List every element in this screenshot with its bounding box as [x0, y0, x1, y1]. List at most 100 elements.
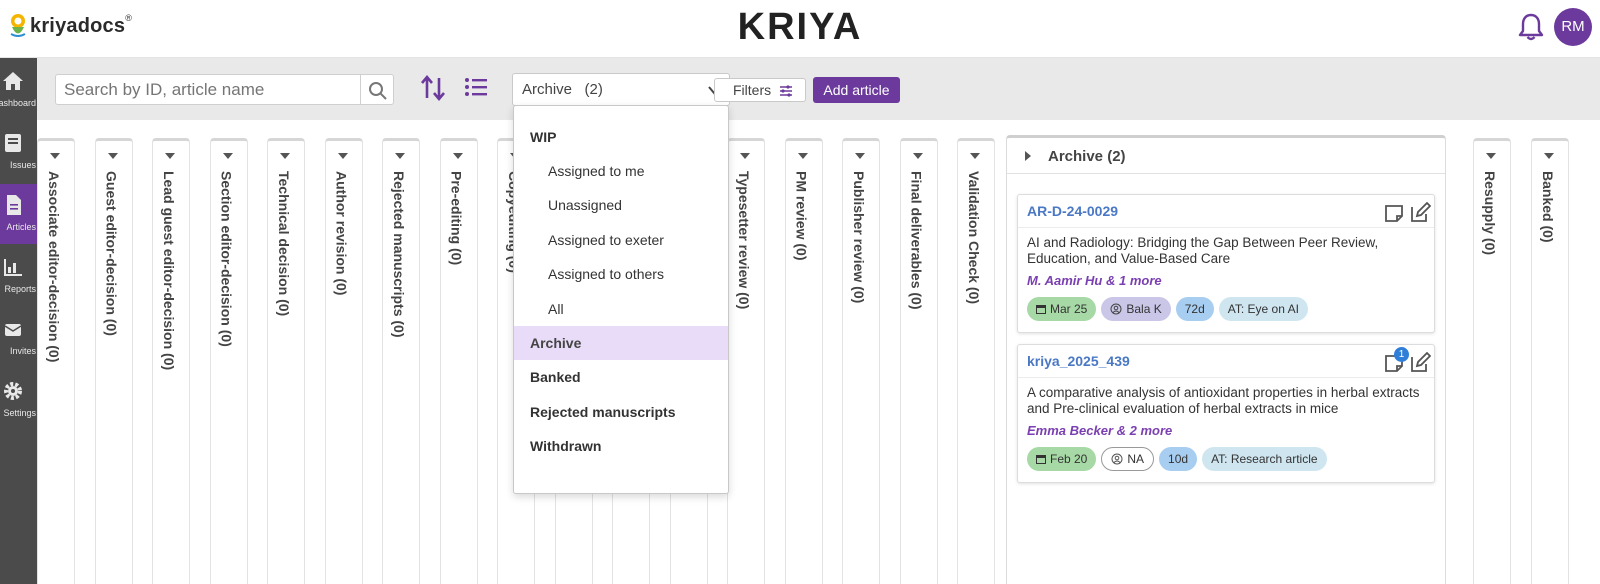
board-lane: Author revision (0)	[324, 138, 363, 584]
board-lane: Guest editor-decision (0)	[94, 138, 133, 584]
lane-collapse-arrow-icon[interactable]	[452, 153, 463, 159]
filters-label: Filters	[733, 82, 772, 98]
lane-title: Associate editor-decision (0)	[46, 171, 62, 363]
dropdown-option[interactable]: All	[514, 292, 728, 326]
article-card[interactable]: AR-D-24-0029 AI and Radiology: Bridging …	[1017, 194, 1435, 333]
lane-title: Guest editor-decision (0)	[103, 171, 120, 336]
dropdown-option[interactable]: Unassigned	[514, 188, 728, 222]
lane-collapse-arrow-icon[interactable]	[1486, 153, 1496, 159]
lane-collapse-arrow-icon[interactable]	[107, 153, 118, 159]
lane-title: Technical decision (0)	[276, 171, 292, 317]
lane-title: PM review (0)	[793, 171, 810, 261]
view-select[interactable]: Archive (2)	[512, 73, 730, 106]
archive-column-header[interactable]: Archive (2)	[1007, 138, 1445, 174]
lane-collapse-arrow-icon[interactable]	[222, 153, 233, 159]
lane-collapse-arrow-icon[interactable]	[337, 153, 348, 159]
sidebar-item-reports[interactable]: Reports	[0, 246, 37, 306]
board-lane: Section editor-decision (0)	[209, 138, 248, 584]
sidebar-item-articles[interactable]: Articles	[0, 184, 37, 244]
lane-collapse-arrow-icon[interactable]	[797, 153, 808, 159]
dropdown-option[interactable]: Banked	[514, 360, 728, 394]
lane-collapse-arrow-icon[interactable]	[740, 153, 750, 159]
board-lane: Banked (0)	[1531, 138, 1569, 584]
sidebar-item-label: Issues	[9, 160, 36, 170]
board-lane: Final deliverables (0)	[899, 138, 938, 584]
assignee-text: Bala K	[1126, 302, 1162, 316]
lane-title: Resupply (0)	[1482, 171, 1498, 256]
article-id-link[interactable]: kriya_2025_439	[1027, 353, 1130, 369]
kanban-board: Associate editor-decision (0) Guest edito…	[37, 120, 1600, 584]
board-lane: Associate editor-decision (0)	[37, 138, 75, 584]
card-divider	[1018, 227, 1434, 228]
dropdown-option[interactable]: Archive	[514, 326, 728, 360]
assignee-text: NA	[1127, 452, 1145, 466]
search-input[interactable]	[55, 74, 377, 105]
due-date-text: Mar 25	[1050, 302, 1088, 316]
notification-bell-icon[interactable]	[1518, 12, 1544, 47]
lane-title: Rejected manuscripts (0)	[391, 171, 407, 338]
calendar-icon	[1036, 305, 1046, 314]
note-icon[interactable]	[1384, 203, 1404, 223]
add-article-button[interactable]: Add article	[813, 77, 900, 103]
note-count-badge: 1	[1394, 347, 1409, 362]
sidebar-item-dashboard[interactable]: Dashboard	[0, 60, 37, 120]
article-authors: M. Aamir Hu & 1 more	[1027, 273, 1162, 288]
sidebar-item-invites[interactable]: Invites	[0, 308, 37, 368]
edit-icon[interactable]	[1409, 202, 1431, 224]
search-icon	[369, 82, 387, 100]
search-button[interactable]	[360, 74, 394, 105]
lane-collapse-arrow-icon[interactable]	[1544, 153, 1554, 159]
board-lane: PM review (0)	[784, 138, 823, 584]
due-date-chip: Feb 20	[1027, 447, 1097, 471]
kriyadocs-logo[interactable]: kriyadocs ®	[8, 12, 132, 40]
user-avatar[interactable]: RM	[1554, 8, 1592, 46]
lane-title: Lead guest editor-decision (0)	[161, 171, 177, 371]
lane-collapse-arrow-icon[interactable]	[395, 153, 405, 159]
article-authors: Emma Becker & 2 more	[1027, 423, 1173, 438]
lane-collapse-arrow-icon[interactable]	[165, 153, 175, 159]
assignee-chip: Bala K	[1101, 297, 1171, 321]
toolbar: Archive (2) Filters Add article	[37, 58, 1600, 120]
app-header: kriyadocs ® KRIYA RM	[0, 0, 1600, 58]
lane-collapse-arrow-icon[interactable]	[912, 153, 923, 159]
lane-collapse-arrow-icon[interactable]	[280, 153, 290, 159]
article-type-chip: AT: Eye on AI	[1218, 297, 1308, 321]
dropdown-option[interactable]: Assigned to exeter	[514, 223, 728, 257]
board-lane: Resupply (0)	[1473, 138, 1511, 584]
article-id-link[interactable]: AR-D-24-0029	[1027, 203, 1118, 219]
dropdown-option[interactable]: Assigned to me	[514, 154, 728, 188]
dropdown-option[interactable]: Assigned to others	[514, 257, 728, 291]
sort-icon[interactable]	[420, 74, 446, 107]
board-lane: Validation Check (0)	[957, 138, 995, 584]
filters-button[interactable]: Filters	[714, 78, 806, 102]
logo-text: kriyadocs	[30, 14, 126, 37]
dropdown-option[interactable]: WIP	[514, 120, 728, 154]
article-card[interactable]: kriya_2025_439 1 A comparative analysis …	[1017, 344, 1435, 483]
board-lane: Rejected manuscripts (0)	[382, 138, 420, 584]
lane-collapse-arrow-icon[interactable]	[970, 153, 980, 159]
lane-title: Publisher review (0)	[851, 171, 867, 304]
article-title: AI and Radiology: Bridging the Gap Betwe…	[1027, 235, 1379, 266]
sidebar-item-issues[interactable]: Issues	[0, 122, 37, 182]
lane-title: Pre-editing (0)	[448, 171, 465, 266]
edit-icon[interactable]	[1409, 352, 1431, 374]
home-icon	[3, 72, 23, 90]
article-type-chip: AT: Research article	[1202, 447, 1327, 471]
board-lane: Typesetter review (0)	[727, 138, 765, 584]
dropdown-option[interactable]: Withdrawn	[514, 429, 728, 463]
card-divider	[1018, 377, 1434, 378]
sidebar-item-settings[interactable]: Settings	[0, 370, 37, 430]
chart-icon	[4, 259, 22, 276]
due-date-text: Feb 20	[1050, 452, 1088, 466]
dropdown-option[interactable]: Rejected manuscripts	[514, 395, 728, 429]
lane-title: Banked (0)	[1540, 171, 1556, 243]
user-circle-icon	[1111, 453, 1123, 465]
archive-column: Archive (2) AR-D-24-0029 AI and Radiolog…	[1006, 135, 1446, 584]
lane-collapse-arrow-icon[interactable]	[50, 153, 60, 159]
sidebar: Dashboard Issues Articles Reports Invite…	[0, 58, 37, 584]
list-view-icon[interactable]	[464, 74, 488, 105]
lane-collapse-arrow-icon[interactable]	[855, 153, 865, 159]
expand-triangle-icon[interactable]	[1025, 151, 1031, 161]
lane-title: Section editor-decision (0)	[218, 171, 235, 347]
days-chip: 10d	[1159, 447, 1198, 471]
